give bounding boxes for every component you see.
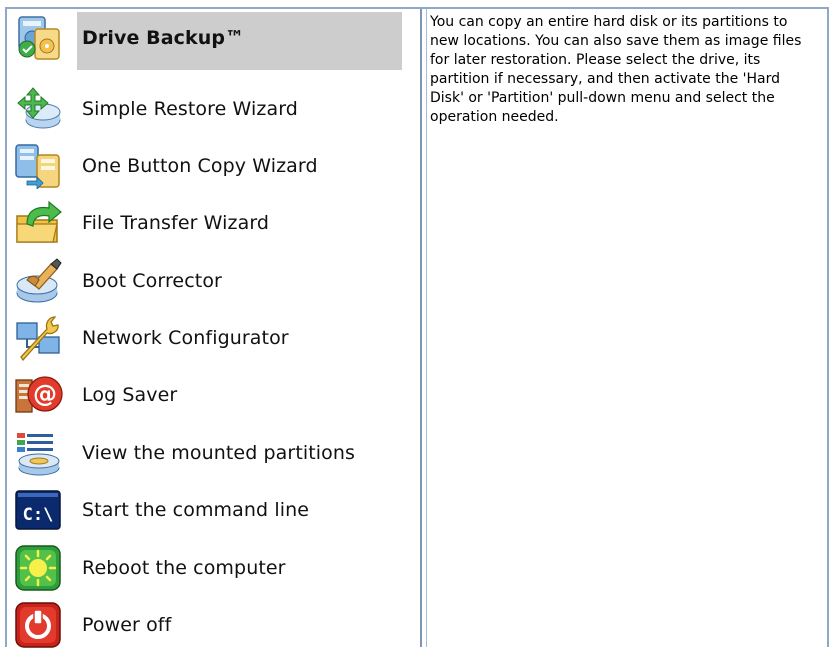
drive-backup-icon (13, 15, 65, 61)
menu-item-label: Start the command line (82, 498, 310, 521)
boot-corrector-icon (13, 258, 65, 304)
menu-item-log-saver[interactable]: @ Log Saver (7, 366, 420, 423)
menu-item-label: Network Configurator (82, 326, 289, 349)
description-pane: You can copy an entire hard disk or its … (427, 9, 828, 647)
menu-item-file-transfer-wizard[interactable]: File Transfer Wizard (7, 194, 420, 251)
menu-item-simple-restore-wizard[interactable]: Simple Restore Wizard (7, 80, 420, 137)
svg-text:C:\: C:\ (23, 505, 54, 525)
menu-item-label: Power off (82, 613, 172, 636)
menu-item-drive-backup[interactable]: Drive Backup™ (7, 9, 420, 70)
network-configurator-icon (13, 315, 65, 362)
menu-item-label: Simple Restore Wizard (82, 97, 298, 120)
menu-item-network-configurator[interactable]: Network Configurator (7, 309, 420, 366)
menu-item-start-command-line[interactable]: C:\ Start the command line (7, 481, 420, 538)
log-saver-icon: @ (13, 372, 65, 418)
menu-item-boot-corrector[interactable]: Boot Corrector (7, 252, 420, 309)
file-transfer-icon (13, 200, 65, 246)
operations-menu-pane: Drive Backup™ Simple Restore Wizard One … (7, 9, 420, 648)
menu-item-label: Log Saver (82, 383, 178, 406)
menu-item-one-button-copy-wizard[interactable]: One Button Copy Wizard (7, 137, 420, 194)
svg-text:@: @ (33, 380, 57, 408)
command-line-icon: C:\ (13, 487, 65, 533)
menu-item-label: View the mounted partitions (82, 441, 356, 464)
reboot-icon (13, 545, 65, 591)
copy-wizard-icon (13, 143, 65, 190)
menu-item-label: Boot Corrector (82, 269, 222, 292)
menu-item-label: One Button Copy Wizard (82, 154, 318, 177)
power-off-icon (13, 602, 65, 648)
pane-divider[interactable] (420, 9, 427, 647)
menu-item-power-off[interactable]: Power off (7, 596, 420, 653)
mounted-partitions-icon (13, 430, 65, 476)
menu-item-label: Drive Backup™ (82, 26, 245, 49)
restore-wizard-icon (13, 86, 65, 132)
menu-item-label: File Transfer Wizard (82, 211, 270, 234)
description-text: You can copy an entire hard disk or its … (430, 14, 802, 125)
menu-item-view-mounted-partitions[interactable]: View the mounted partitions (7, 424, 420, 481)
menu-item-label: Reboot the computer (82, 556, 286, 579)
menu-item-reboot-computer[interactable]: Reboot the computer (7, 539, 420, 596)
window-right-border (827, 7, 829, 647)
